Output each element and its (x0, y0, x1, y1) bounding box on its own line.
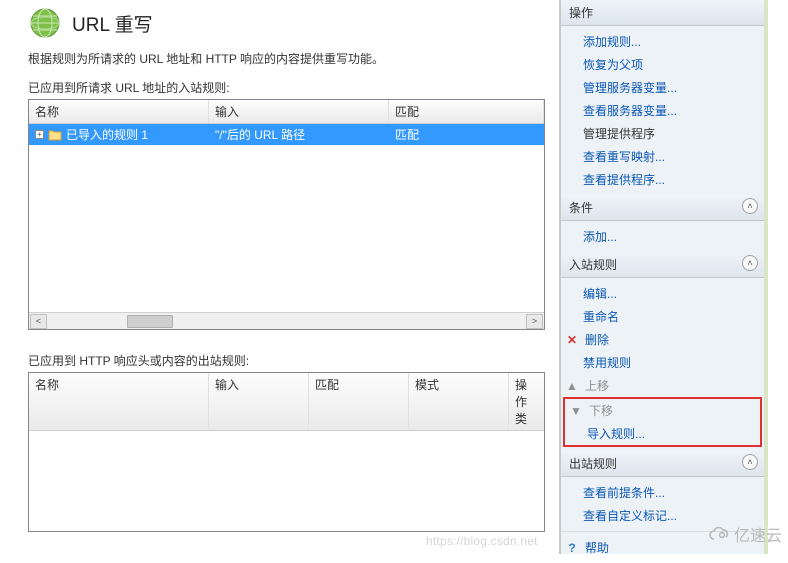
inbound-rules-header: 入站规则˄ (561, 252, 764, 278)
page-header: URL 重写 (28, 6, 545, 40)
conditions-header: 条件˄ (561, 195, 764, 221)
inbound-rules-label: 已应用到所请求 URL 地址的入站规则: (28, 79, 545, 96)
outbound-rules-header: 出站规则˄ (561, 451, 764, 477)
edit-action[interactable]: 编辑... (561, 282, 764, 305)
cloud-icon (708, 527, 730, 541)
add-rule-action[interactable]: 添加规则... (561, 30, 764, 53)
disable-rule-action[interactable]: 禁用规则 (561, 351, 764, 374)
rule-input: "/"后的 URL 路径 (209, 124, 389, 145)
view-preconditions-action[interactable]: 查看前提条件... (561, 481, 764, 504)
collapse-icon[interactable]: ˄ (742, 198, 758, 214)
scroll-right-button[interactable]: > (526, 314, 543, 329)
collapse-icon[interactable]: ˄ (742, 454, 758, 470)
watermark: 亿速云 (708, 522, 782, 546)
outbound-table-body[interactable] (29, 431, 544, 531)
collapse-icon[interactable]: ˄ (742, 255, 758, 271)
col-action[interactable]: 操作类 (509, 373, 544, 430)
outbound-rules-table: 名称 输入 匹配 模式 操作类 (28, 372, 545, 532)
inbound-rules-table: 名称 输入 匹配 + 已导入的规则 1 "/"后的 URL 路径 匹配 < > (28, 99, 545, 330)
arrow-down-icon: ▼ (569, 404, 583, 418)
view-providers-action[interactable]: 查看提供程序... (561, 168, 764, 191)
main-panel: URL 重写 根据规则为所请求的 URL 地址和 HTTP 响应的内容提供重写功… (0, 0, 560, 554)
col-pattern[interactable]: 模式 (409, 373, 509, 430)
horizontal-scrollbar[interactable]: < > (29, 312, 544, 329)
view-server-vars-action[interactable]: 查看服务器变量... (561, 99, 764, 122)
delete-icon: ✕ (565, 333, 579, 347)
manage-server-vars-action[interactable]: 管理服务器变量... (561, 76, 764, 99)
view-rewrite-maps-action[interactable]: 查看重写映射... (561, 145, 764, 168)
col-input[interactable]: 输入 (209, 373, 309, 430)
folder-icon (48, 129, 62, 141)
delete-action[interactable]: ✕删除 (561, 328, 764, 351)
col-name[interactable]: 名称 (29, 100, 209, 123)
col-name[interactable]: 名称 (29, 373, 209, 430)
arrow-up-icon: ▲ (565, 379, 579, 393)
col-match[interactable]: 匹配 (389, 100, 544, 123)
rename-action[interactable]: 重命名 (561, 305, 764, 328)
page-description: 根据规则为所请求的 URL 地址和 HTTP 响应的内容提供重写功能。 (28, 50, 545, 67)
table-header-row: 名称 输入 匹配 模式 操作类 (29, 373, 544, 431)
rule-match: 匹配 (389, 124, 544, 145)
table-header-row: 名称 输入 匹配 (29, 100, 544, 124)
scroll-thumb[interactable] (127, 315, 173, 328)
inbound-table-body[interactable]: + 已导入的规则 1 "/"后的 URL 路径 匹配 (29, 124, 544, 312)
outbound-rules-label: 已应用到 HTTP 响应头或内容的出站规则: (28, 352, 545, 369)
import-rules-action[interactable]: 导入规则... (565, 422, 760, 445)
move-up-action: ▲上移 (561, 374, 764, 397)
expand-icon[interactable]: + (35, 130, 44, 139)
manage-providers-label: 管理提供程序 (561, 122, 764, 145)
url-rewrite-icon (28, 6, 62, 40)
actions-pane: 操作 添加规则... 恢复为父项 管理服务器变量... 查看服务器变量... 管… (560, 0, 764, 554)
col-match[interactable]: 匹配 (309, 373, 409, 430)
add-condition-action[interactable]: 添加... (561, 225, 764, 248)
table-row[interactable]: + 已导入的规则 1 "/"后的 URL 路径 匹配 (29, 124, 544, 145)
scroll-left-button[interactable]: < (30, 314, 47, 329)
help-icon: ? (565, 541, 579, 555)
url-watermark: https://blog.csdn.net (426, 534, 538, 548)
col-input[interactable]: 输入 (209, 100, 389, 123)
page-title: URL 重写 (72, 10, 153, 37)
rule-name: 已导入的规则 1 (66, 126, 148, 143)
move-down-action: ▼下移 (565, 399, 760, 422)
actions-header: 操作 (561, 0, 764, 26)
highlight-box: ▼下移 导入规则... (563, 397, 762, 447)
restore-parent-action[interactable]: 恢复为父项 (561, 53, 764, 76)
right-edge-strip (764, 0, 788, 554)
